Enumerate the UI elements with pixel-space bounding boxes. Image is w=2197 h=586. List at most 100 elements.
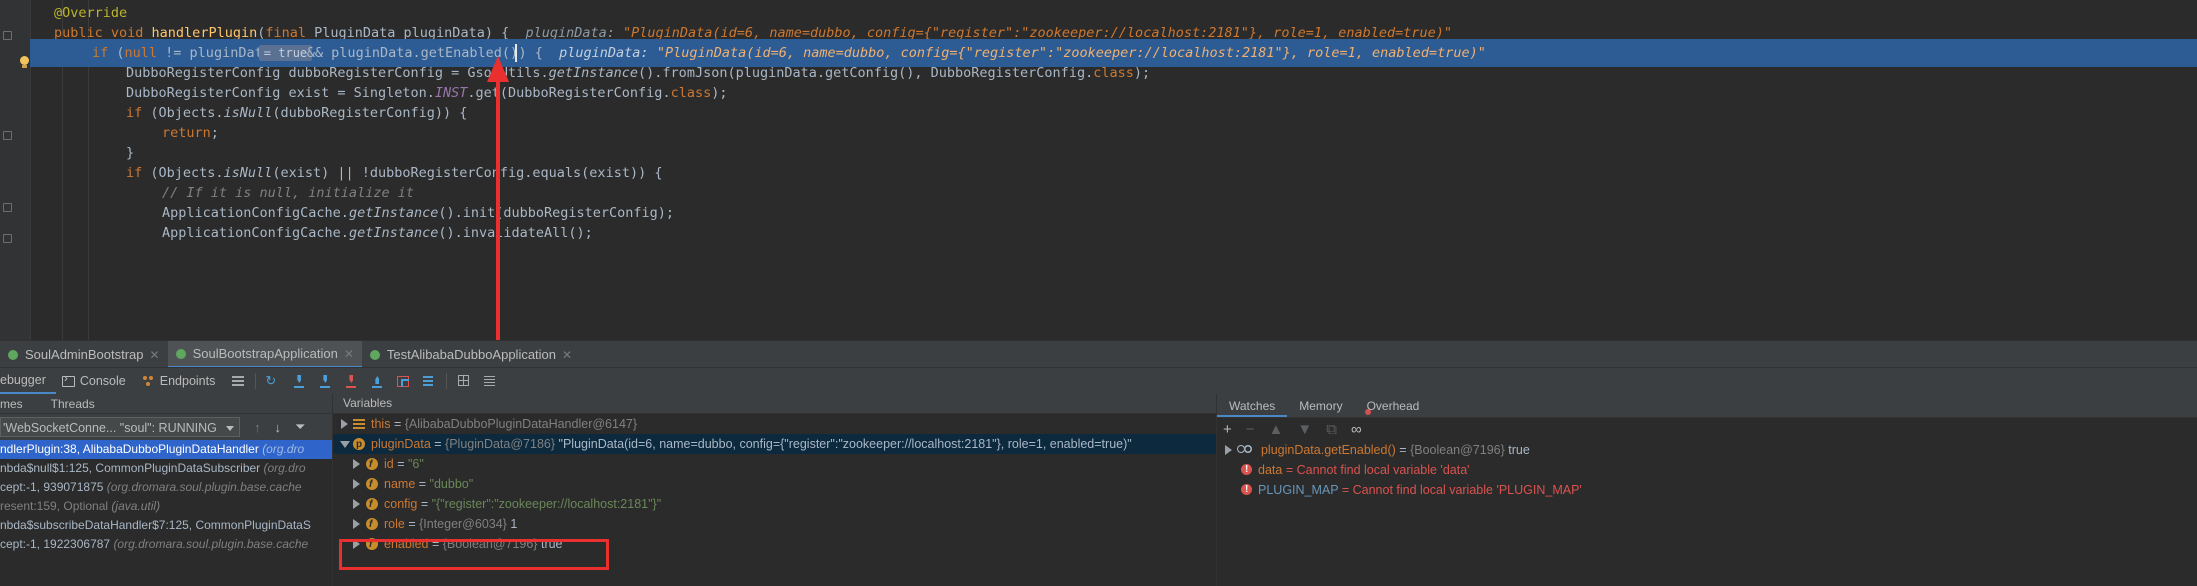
variables-header: Variables: [333, 394, 1216, 414]
frame-method: nbda$null$1:125, CommonPluginDataSubscri…: [0, 461, 264, 475]
show-execution-point-icon[interactable]: ↻: [265, 373, 281, 389]
code-token: ().invalidateAll();: [438, 225, 593, 241]
variable-row-role[interactable]: role = {Integer@6034} 1: [333, 514, 1216, 535]
frames-header: mes Threads: [0, 394, 332, 414]
stack-frame[interactable]: ndlerPlugin:38, AlibabaDubboPluginDataHa…: [0, 440, 332, 459]
field-value: "dubbo": [429, 477, 474, 491]
watches-toolbar: + − ▲ ▼ ⧉ ∞: [1217, 418, 2197, 440]
toolbar-separator: [255, 373, 257, 389]
error-icon: [1241, 460, 1252, 480]
error-icon: [1241, 480, 1252, 500]
field-value: "6": [407, 457, 424, 471]
expand-arrow-icon[interactable]: [1225, 445, 1232, 455]
layout-menu-icon[interactable]: [230, 373, 246, 389]
field-name: role: [384, 517, 405, 531]
run-to-cursor-icon[interactable]: [421, 373, 437, 389]
field-icon: [366, 515, 378, 535]
field-value: 1: [510, 517, 518, 531]
fold-marker[interactable]: [3, 234, 12, 243]
watch-icon: [1237, 444, 1253, 454]
fold-marker[interactable]: [3, 131, 12, 140]
duplicate-icon[interactable]: ⧉: [1326, 421, 1337, 438]
field-name: id: [384, 457, 394, 471]
drop-frame-icon[interactable]: [395, 373, 411, 389]
session-tab-test-alibaba-dubbo[interactable]: TestAlibabaDubboApplication ✕: [362, 341, 580, 368]
spring-boot-icon: [8, 349, 20, 361]
frame-method: ndlerPlugin:38, AlibabaDubboPluginDataHa…: [0, 442, 263, 456]
tab-frames[interactable]: mes: [0, 397, 33, 411]
variable-row-name[interactable]: name = "dubbo": [333, 474, 1216, 495]
session-tab-soul-bootstrap[interactable]: SoulBootstrapApplication ✕: [167, 341, 362, 368]
move-up-icon[interactable]: ▲: [1269, 421, 1284, 438]
frame-method: nbda$subscribeDataHandler$7:125, CommonP…: [0, 518, 311, 532]
fold-marker[interactable]: [3, 203, 12, 212]
variable-row-plugindata[interactable]: pluginData = {PluginData@7186} "PluginDa…: [333, 434, 1216, 455]
warning-dot-icon: [1364, 409, 1371, 415]
variable-row-this[interactable]: this = {AlibabaDubboPluginDataHandler@61…: [333, 414, 1216, 434]
filter-icon[interactable]: ⏷: [295, 419, 305, 435]
tab-watches[interactable]: Watches: [1217, 399, 1288, 417]
tab-debugger[interactable]: ebugger: [0, 368, 56, 394]
frame-package: (java.util): [111, 499, 161, 513]
code-line[interactable]: ApplicationConfigCache.getInstance().inv…: [30, 219, 2197, 247]
editor-gutter[interactable]: [0, 0, 31, 340]
watches-panel: Watches Memory Overhead + − ▲ ▼ ⧉ ∞ plug…: [1217, 394, 2197, 586]
field-icon: [366, 475, 378, 495]
field-name: config: [384, 497, 418, 511]
move-down-icon[interactable]: ▼: [1297, 421, 1312, 438]
expand-arrow-icon[interactable]: [353, 519, 360, 529]
close-icon[interactable]: ✕: [562, 348, 572, 362]
tab-memory[interactable]: Memory: [1287, 399, 1354, 417]
fold-marker[interactable]: [3, 31, 12, 40]
code-token: ApplicationConfigCache.: [162, 225, 349, 241]
lightbulb-icon[interactable]: [19, 56, 30, 69]
frame-package: (org.dromara.soul.plugin.base.cache: [106, 480, 302, 494]
variable-row-id[interactable]: id = "6": [333, 454, 1216, 475]
remove-watch-icon[interactable]: −: [1246, 421, 1255, 438]
expand-arrow-icon[interactable]: [353, 459, 360, 469]
watches-tabs: Watches Memory Overhead: [1217, 394, 2197, 418]
session-tab-soul-admin[interactable]: SoulAdminBootstrap ✕: [0, 341, 168, 368]
force-step-into-icon[interactable]: [343, 373, 359, 389]
expand-arrow-icon[interactable]: [353, 479, 360, 489]
tab-overhead[interactable]: Overhead: [1355, 399, 1432, 417]
stack-frame[interactable]: cept:-1, 939071875 (org.dromara.soul.plu…: [0, 478, 332, 497]
debugger-toolbar: ebugger Console Endpoints ↻: [0, 367, 2197, 395]
annotation-highlight-box: [339, 539, 609, 570]
evaluate-expression-icon[interactable]: [456, 373, 472, 389]
step-out-icon[interactable]: [369, 373, 385, 389]
spring-boot-icon: [175, 348, 188, 360]
frames-panel: mes Threads 'WebSocketConne... "soul": R…: [0, 394, 333, 586]
arrow-up-icon[interactable]: ↑: [254, 420, 261, 435]
stack-frame[interactable]: resent:159, Optional (java.util): [0, 497, 332, 516]
expand-arrow-icon[interactable]: [353, 499, 360, 509]
step-into-icon[interactable]: [317, 373, 333, 389]
add-watch-icon[interactable]: +: [1223, 421, 1232, 438]
expand-arrow-icon[interactable]: [341, 419, 348, 429]
watch-row[interactable]: pluginData.getEnabled() = {Boolean@7196}…: [1217, 440, 2197, 460]
tab-console[interactable]: Console: [56, 368, 136, 394]
variable-row-config[interactable]: config = "{"register":"zookeeper://local…: [333, 494, 1216, 515]
stack-frame[interactable]: cept:-1, 1922306787 (org.dromara.soul.pl…: [0, 535, 332, 554]
field-name: name: [384, 477, 416, 491]
stack-frame[interactable]: nbda$subscribeDataHandler$7:125, CommonP…: [0, 516, 332, 535]
frame-package: (org.dromara.soul.plugin.base.cache: [113, 537, 309, 551]
code-token: getInstance: [348, 225, 439, 241]
thread-selector[interactable]: 'WebSocketConne... "soul": RUNNING: [0, 417, 240, 437]
frame-package: (org.dro: [263, 461, 306, 475]
watch-glasses-icon[interactable]: ∞: [1351, 421, 1362, 438]
code-editor[interactable]: @Override public void handlerPlugin(final…: [0, 0, 2197, 340]
tab-threads[interactable]: Threads: [33, 397, 105, 411]
arrow-down-icon[interactable]: ↓: [275, 420, 282, 435]
trace-icon[interactable]: [482, 373, 498, 389]
annotation-arrow-head: [487, 56, 509, 82]
tab-endpoints[interactable]: Endpoints: [136, 368, 226, 394]
watch-row-error[interactable]: data = Cannot find local variable 'data': [1217, 460, 2197, 480]
watch-row-error[interactable]: PLUGIN_MAP = Cannot find local variable …: [1217, 480, 2197, 500]
collapse-arrow-icon[interactable]: [340, 441, 350, 448]
stack-frame[interactable]: nbda$null$1:125, CommonPluginDataSubscri…: [0, 459, 332, 478]
close-icon[interactable]: ✕: [344, 347, 354, 361]
close-icon[interactable]: ✕: [150, 348, 160, 362]
parameter-icon: [353, 435, 365, 455]
step-over-icon[interactable]: [291, 373, 307, 389]
